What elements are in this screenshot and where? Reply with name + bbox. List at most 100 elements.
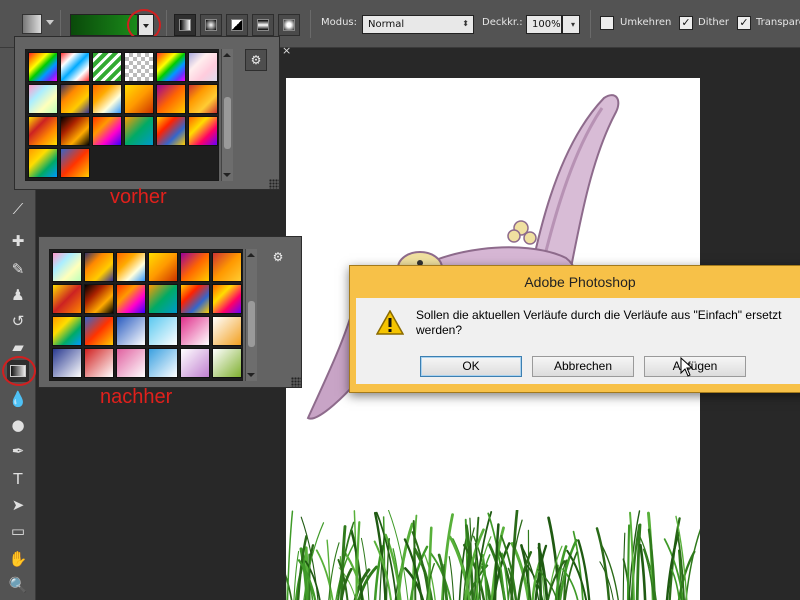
gradient-swatch[interactable]: [60, 116, 90, 146]
gradient-swatch[interactable]: [28, 148, 58, 178]
rectangle-tool[interactable]: ▭: [7, 520, 29, 542]
gradient-swatch[interactable]: [116, 316, 146, 346]
gradient-swatch[interactable]: [28, 52, 58, 82]
mouse-cursor-icon: [680, 357, 694, 377]
resize-grip-icon[interactable]: [269, 179, 279, 189]
history-brush-tool[interactable]: ↺: [7, 310, 29, 332]
gradient-swatch[interactable]: [84, 252, 114, 282]
gradient-swatch[interactable]: [124, 52, 154, 82]
dither-label: Dither: [698, 17, 730, 28]
scrollbar-after[interactable]: [245, 249, 257, 381]
gradient-swatch[interactable]: [92, 116, 122, 146]
close-document-icon[interactable]: ×: [282, 44, 291, 57]
gradient-swatch[interactable]: [156, 84, 186, 114]
gradient-swatch[interactable]: [124, 84, 154, 114]
gradient-swatch[interactable]: [84, 284, 114, 314]
grass-blade: [626, 524, 631, 600]
gradient-swatch[interactable]: [52, 252, 82, 282]
mode-select[interactable]: Normal ⬍: [362, 15, 474, 34]
pen-tool[interactable]: ✒: [7, 440, 29, 462]
resize-grip-icon[interactable]: [291, 377, 301, 387]
blur-tool[interactable]: 💧: [7, 388, 29, 410]
scroll-down-icon[interactable]: [223, 173, 231, 177]
gradient-swatch[interactable]: [52, 284, 82, 314]
eraser-tool[interactable]: ▰: [7, 336, 29, 358]
gear-icon[interactable]: ⚙: [267, 247, 289, 269]
gradient-swatch[interactable]: [52, 348, 82, 378]
gradient-swatch[interactable]: [92, 84, 122, 114]
gradient-tool-icon[interactable]: [22, 14, 42, 34]
chevron-down-icon[interactable]: [46, 20, 54, 25]
gradient-swatch[interactable]: [84, 348, 114, 378]
gear-icon[interactable]: ⚙: [245, 49, 267, 71]
gradient-swatch[interactable]: [212, 316, 242, 346]
gradient-swatch[interactable]: [188, 116, 218, 146]
gradient-swatch[interactable]: [156, 52, 186, 82]
gradient-swatch[interactable]: [148, 348, 178, 378]
gradient-swatch[interactable]: [180, 316, 210, 346]
chevron-down-icon: ▾: [570, 20, 575, 29]
hand-tool[interactable]: ✋: [7, 548, 29, 570]
gradient-swatch-grid-before: [25, 49, 219, 181]
opacity-dropdown-button[interactable]: ▾: [562, 15, 580, 34]
opacity-input[interactable]: 100%: [526, 15, 562, 34]
scroll-down-icon[interactable]: [247, 373, 255, 377]
grass-blade: [601, 544, 619, 600]
gradient-swatch[interactable]: [28, 84, 58, 114]
reverse-checkbox[interactable]: [600, 16, 614, 30]
gradient-swatch[interactable]: [180, 252, 210, 282]
clone-stamp-tool[interactable]: ♟: [7, 284, 29, 306]
gradient-swatch[interactable]: [148, 316, 178, 346]
angle-gradient-button[interactable]: [226, 14, 248, 36]
dodge-tool[interactable]: ●: [7, 414, 29, 436]
warning-icon: [376, 310, 404, 335]
append-button[interactable]: Anfügen: [644, 356, 746, 377]
ok-button[interactable]: OK: [420, 356, 522, 377]
gradient-swatch[interactable]: [212, 284, 242, 314]
gradient-swatch[interactable]: [116, 348, 146, 378]
gradient-swatch[interactable]: [52, 316, 82, 346]
diamond-gradient-button[interactable]: [278, 14, 300, 36]
gradient-swatch[interactable]: [60, 52, 90, 82]
divider: [166, 10, 167, 38]
dialog-message: Sollen die aktuellen Verläufe durch die …: [416, 308, 782, 337]
gradient-swatch[interactable]: [60, 84, 90, 114]
gradient-swatch[interactable]: [148, 252, 178, 282]
eyedropper-tool[interactable]: ⟋: [7, 198, 29, 220]
gradient-swatch[interactable]: [124, 116, 154, 146]
gradient-swatch[interactable]: [148, 284, 178, 314]
cancel-button[interactable]: Abbrechen: [532, 356, 634, 377]
gradient-swatch[interactable]: [84, 316, 114, 346]
scroll-up-icon[interactable]: [247, 253, 255, 257]
radial-gradient-button[interactable]: [200, 14, 222, 36]
gradient-swatch[interactable]: [212, 348, 242, 378]
dither-checkbox[interactable]: ✓: [679, 16, 693, 30]
path-selection-tool[interactable]: ➤: [7, 494, 29, 516]
opacity-label: Deckkr.:: [482, 17, 523, 28]
reflected-gradient-button[interactable]: [252, 14, 274, 36]
gradient-swatch[interactable]: [60, 148, 90, 178]
gradient-swatch[interactable]: [116, 252, 146, 282]
linear-gradient-button[interactable]: [174, 14, 196, 36]
gradient-swatch[interactable]: [180, 348, 210, 378]
gradient-swatch[interactable]: [92, 52, 122, 82]
gradient-swatch[interactable]: [180, 284, 210, 314]
type-tool[interactable]: T: [7, 468, 29, 490]
transparency-checkbox[interactable]: ✓: [737, 16, 751, 30]
scrollbar-before[interactable]: [221, 49, 233, 181]
gradient-swatch[interactable]: [188, 52, 218, 82]
healing-brush-tool[interactable]: ✚: [7, 230, 29, 252]
gradient-swatch[interactable]: [212, 252, 242, 282]
scroll-up-icon[interactable]: [223, 53, 231, 57]
scroll-thumb[interactable]: [248, 301, 255, 347]
gradient-swatch[interactable]: [28, 116, 58, 146]
gradient-swatch-grid-after: [49, 249, 243, 381]
scroll-thumb[interactable]: [224, 97, 231, 149]
gradient-swatch[interactable]: [188, 84, 218, 114]
gradient-swatch[interactable]: [116, 284, 146, 314]
zoom-tool[interactable]: 🔍: [7, 574, 29, 596]
grass-blade: [286, 510, 294, 600]
gradient-swatch[interactable]: [156, 116, 186, 146]
brush-tool[interactable]: ✎: [7, 258, 29, 280]
dialog-title: Adobe Photoshop: [524, 274, 636, 290]
